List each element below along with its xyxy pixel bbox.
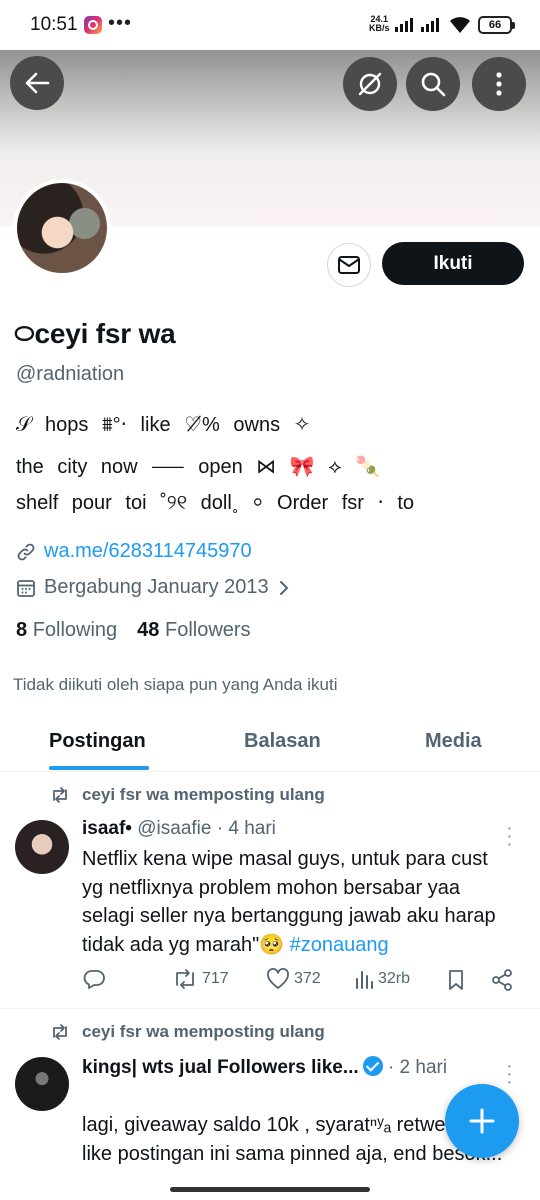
plus-icon [469,1108,495,1134]
bio-line-3: shelf pour toi ˚୨୧ doll˳ ⸰ Order fsr ‧ t… [16,492,415,514]
tab-balasan[interactable]: Balasan [244,730,321,753]
envelope-icon [338,256,360,274]
repost-icon [53,1024,67,1040]
following-stat[interactable]: 8 Following [16,619,117,642]
post-divider [0,1008,540,1009]
grok-button[interactable] [343,57,397,111]
repost-label: ceyi fsr wa memposting ulang [82,785,325,804]
link-icon [17,543,35,560]
post-author-name[interactable]: isaaf• [82,818,132,839]
message-button[interactable] [327,243,371,287]
joined-text: Bergabung January 2013 [44,576,269,598]
share-icon [492,969,512,991]
search-button[interactable] [406,57,460,111]
profile-tabs: Postingan Balasan Media [0,712,540,772]
signal-icon-1 [395,18,415,32]
bookmark-button[interactable] [446,968,466,992]
repost-indicator: ceyi fsr wa memposting ulang [50,1022,325,1042]
active-tab-indicator [49,766,149,770]
bookmark-icon [449,970,463,990]
chevron-right-icon [279,580,289,595]
wifi-icon [450,17,470,33]
joined-date[interactable]: Bergabung January 2013 [16,576,291,599]
followers-count: 48 [137,619,160,641]
followers-label: Followers [164,619,251,641]
follow-button[interactable]: Ikuti [382,242,524,285]
retweet-icon [176,969,194,989]
post-meta: · 2 hari [387,1057,448,1078]
repost-icon [53,787,67,803]
profile-link[interactable]: wa.me/6283114745970 [16,540,252,563]
status-time: 10:51 [30,14,78,35]
verified-badge-icon [362,1056,383,1076]
post-author-name[interactable]: kings| wts jual Followers like... [82,1057,359,1078]
status-bar: 10:51 ••• 24.1 KB/s 66 [0,0,540,50]
signal-icon-2 [421,18,441,32]
instagram-notification-icon [84,16,102,34]
profile-avatar[interactable] [13,179,111,277]
more-vertical-icon [496,72,502,96]
views-button[interactable]: 32rb [354,968,410,990]
reply-button[interactable] [82,968,106,990]
arrow-left-icon [25,72,50,94]
not-followed-notice: Tidak diikuti oleh siapa pun yang Anda i… [13,675,338,694]
post-actions: 717 372 32rb [82,968,522,996]
repost-label: ceyi fsr wa memposting ulang [82,1022,325,1041]
reply-icon [83,970,105,989]
more-options-button[interactable] [472,57,526,111]
following-label: Following [32,619,118,641]
network-speed: 24.1 KB/s [369,15,390,33]
more-notifications-icon: ••• [108,12,133,34]
post-hashtag[interactable]: #zonauang [290,934,389,956]
heart-icon [267,968,289,989]
repost-indicator: ceyi fsr wa memposting ulang [50,785,325,805]
post-meta: @isaafie · 4 hari [137,818,276,839]
back-button[interactable] [10,56,64,110]
post-author-avatar[interactable] [15,1057,69,1111]
bio-line-1: 𝒮 hops ⩩°‧ like ♡̸% owns ✧ [16,414,311,436]
grok-icon [358,72,382,96]
following-count: 8 [16,619,28,641]
post-header: kings| wts jual Followers like... · 2 ha… [82,1056,447,1079]
follow-stats: 8 Following 48 Followers [16,619,251,642]
tab-media[interactable]: Media [425,730,482,753]
like-button[interactable]: 372 [266,968,321,990]
battery-icon: 66 [478,16,515,34]
profile-handle: @radniation [16,363,125,385]
like-count: 372 [294,970,321,987]
views-icon [356,971,373,989]
home-indicator[interactable] [170,1187,370,1192]
profile-link-text[interactable]: wa.me/6283114745970 [44,540,252,563]
search-icon [421,72,446,97]
post-more-icon[interactable]: · · · [506,1056,513,1092]
bio-line-2: the city now ⸺ open ⋈ 🎀 ⟡ 🍡 [16,456,380,478]
compose-button[interactable] [445,1084,519,1158]
tab-postingan[interactable]: Postingan [49,730,146,753]
repost-count: 717 [202,970,229,987]
views-count: 32rb [378,970,411,987]
post-text: Netflix kena wipe masal guys, untuk para… [82,845,512,959]
network-speed-unit: KB/s [369,23,390,33]
post-header: isaaf• @isaafie · 4 hari [82,818,276,840]
calendar-icon [17,579,35,597]
share-button[interactable] [490,968,514,992]
repost-button[interactable]: 717 [172,968,229,990]
post-author-avatar[interactable] [15,820,69,874]
followers-stat[interactable]: 48 Followers [137,619,250,642]
